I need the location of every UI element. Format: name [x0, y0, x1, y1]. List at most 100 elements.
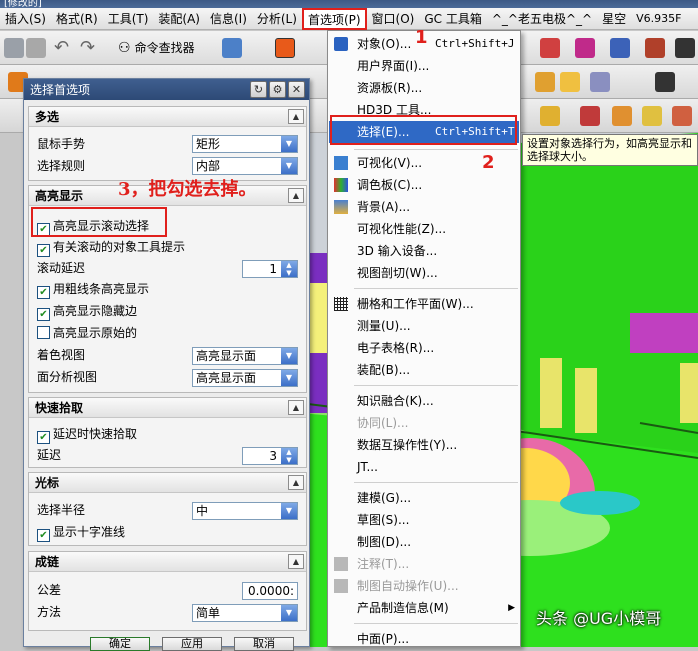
feature-b-icon[interactable] — [560, 72, 580, 92]
menu-item-user-interface[interactable]: 用户界面(I)... — [329, 55, 519, 77]
face-analysis-select[interactable]: 高亮显示面 ▼ — [192, 369, 298, 387]
ok-button[interactable]: 确定 — [90, 637, 150, 651]
menu-item-palette[interactable]: 调色板(C)... — [329, 174, 519, 196]
delay-spinner[interactable]: 3 ▲ ▼ — [242, 447, 298, 465]
menu-preferences[interactable]: 首选项(P) — [301, 7, 367, 30]
checkbox-icon[interactable] — [37, 326, 50, 339]
menu-item-viz-performance[interactable]: 可视化性能(Z)... — [329, 218, 519, 240]
menu-insert[interactable]: 插入(S) — [0, 8, 51, 30]
menu-item-modeling[interactable]: 建模(G)... — [329, 487, 519, 509]
menu-item-assemblies[interactable]: 装配(B)... — [329, 359, 519, 381]
rollover-delay-spinner[interactable]: 1 ▲ ▼ — [242, 260, 298, 278]
cancel-button[interactable]: 取消 — [234, 637, 294, 651]
feature-a-icon[interactable] — [535, 72, 555, 92]
select-rule-label: 选择规则 — [37, 159, 86, 173]
delay-quick-pick-checkbox[interactable]: 延迟时快速拾取 — [37, 424, 137, 444]
collapse-icon[interactable]: ▲ — [288, 188, 304, 203]
menu-item-grid[interactable]: 栅格和工作平面(W)... — [329, 293, 519, 315]
menu-item-spreadsheet[interactable]: 电子表格(R)... — [329, 337, 519, 359]
settings-icon[interactable]: ⚙ — [269, 81, 286, 98]
binoculars-icon: ⚇ — [118, 39, 131, 56]
menu-item-collaboration: 协同(L)... — [357, 416, 409, 430]
menu-info[interactable]: 信息(I) — [205, 8, 252, 30]
close-icon[interactable]: ✕ — [288, 81, 305, 98]
select-rule-select[interactable]: 内部 ▼ — [192, 157, 298, 175]
undo-icon[interactable]: ↶ — [54, 38, 74, 58]
paste-icon[interactable] — [26, 38, 46, 58]
menu-tools[interactable]: 工具(T) — [103, 8, 154, 30]
edit-a-icon[interactable] — [540, 106, 560, 126]
checkbox-icon[interactable] — [37, 244, 50, 257]
point-icon[interactable] — [610, 38, 630, 58]
checkbox-icon[interactable] — [37, 308, 50, 321]
collapse-icon[interactable]: ▲ — [288, 109, 304, 124]
edit-c-icon[interactable] — [612, 106, 632, 126]
show-crosshair-checkbox[interactable]: 显示十字准线 — [37, 522, 125, 542]
quick-pick-header[interactable]: 快速拾取 ▲ — [29, 398, 306, 418]
csys-icon[interactable] — [675, 38, 695, 58]
method-select[interactable]: 简单 ▼ — [192, 604, 298, 622]
spinner-arrows-icon[interactable]: ▲ ▼ — [281, 448, 297, 464]
reset-icon[interactable]: ↻ — [250, 81, 267, 98]
command-finder-button[interactable]: ⚇ 命令查找器 — [118, 39, 195, 56]
menu-item-3d-input[interactable]: 3D 输入设备... — [329, 240, 519, 262]
menu-xingkong[interactable]: 星空 — [597, 8, 631, 30]
menu-item-drafting[interactable]: 制图(D)... — [329, 531, 519, 553]
shaded-view-select[interactable]: 高亮显示面 ▼ — [192, 347, 298, 365]
menu-item-view-section[interactable]: 视图剖切(W)... — [329, 262, 519, 284]
feature-d-icon[interactable] — [655, 72, 675, 92]
hidden-edges-checkbox[interactable]: 高亮显示隐藏边 — [37, 301, 137, 321]
menu-format[interactable]: 格式(R) — [51, 8, 103, 30]
chaining-header[interactable]: 成链 ▲ — [29, 552, 306, 572]
quick-pick-section: 快速拾取 ▲ 延迟时快速拾取 延迟 3 ▲▼ — [28, 397, 307, 468]
menu-item-pmi[interactable]: 产品制造信息(M) ▶ — [329, 597, 519, 619]
menu-item-interop[interactable]: 数据互操作性(Y)... — [329, 434, 519, 456]
edit-e-icon[interactable] — [672, 106, 692, 126]
highlight-original-checkbox[interactable]: 高亮显示原始的 — [37, 323, 137, 343]
menu-separator — [354, 288, 518, 289]
checkbox-icon[interactable] — [37, 286, 50, 299]
annotation-box-checkbox — [31, 207, 167, 237]
menu-assembly[interactable]: 装配(A) — [153, 8, 205, 30]
menu-electrode[interactable]: ^_^老五电极^_^ — [487, 8, 597, 30]
rollover-tooltip-checkbox[interactable]: 有关滚动的对象工具提示 — [37, 237, 185, 257]
multi-select-header[interactable]: 多选 ▲ — [29, 107, 306, 127]
spinner-arrows-icon[interactable]: ▲ ▼ — [281, 261, 297, 277]
collapse-icon[interactable]: ▲ — [288, 400, 304, 415]
menu-item-knowledge-fusion[interactable]: 知识融合(K)... — [329, 390, 519, 412]
chaining-section: 成链 ▲ 公差 0.0000: 方法 简单 ▼ — [28, 551, 307, 631]
mouse-gesture-select[interactable]: 矩形 ▼ — [192, 135, 298, 153]
menu-separator — [354, 482, 518, 483]
menu-item-jt[interactable]: JT... — [329, 456, 519, 478]
checkbox-icon[interactable] — [37, 529, 50, 542]
axis-icon[interactable] — [645, 38, 665, 58]
menu-item-measure[interactable]: 测量(U)... — [329, 315, 519, 337]
mouse-gesture-label: 鼠标手势 — [37, 137, 86, 151]
menu-item-background[interactable]: 背景(A)... — [329, 196, 519, 218]
menu-gc-toolbox[interactable]: GC 工具箱 — [419, 8, 487, 30]
thick-lines-checkbox[interactable]: 用粗线条高亮显示 — [37, 279, 149, 299]
redo-icon[interactable]: ↷ — [80, 38, 100, 58]
select-radius-select[interactable]: 中 ▼ — [192, 502, 298, 520]
apply-button[interactable]: 应用 — [162, 637, 222, 651]
rollover-delay-label: 滚动延迟 — [37, 261, 86, 275]
menu-item-sketch[interactable]: 草图(S)... — [329, 509, 519, 531]
datum-icon[interactable] — [575, 38, 595, 58]
snap-icon[interactable] — [222, 38, 242, 58]
orient-icon[interactable] — [275, 38, 295, 58]
edit-d-icon[interactable] — [642, 106, 662, 126]
visualization-icon — [334, 156, 348, 170]
edit-b-icon[interactable] — [580, 106, 600, 126]
collapse-icon[interactable]: ▲ — [288, 554, 304, 569]
collapse-icon[interactable]: ▲ — [288, 475, 304, 490]
menu-window[interactable]: 窗口(O) — [367, 8, 420, 30]
cut-icon[interactable] — [4, 38, 24, 58]
menu-item-resource-bar[interactable]: 资源板(R)... — [329, 77, 519, 99]
menu-analysis[interactable]: 分析(L) — [252, 8, 302, 30]
feature-c-icon[interactable] — [590, 72, 610, 92]
checkbox-icon[interactable] — [37, 431, 50, 444]
cursor-header[interactable]: 光标 ▲ — [29, 473, 306, 493]
dialog-title-bar[interactable]: 选择首选项 ↻ ⚙ ✕ — [24, 79, 309, 100]
tolerance-input[interactable]: 0.0000: — [242, 582, 298, 600]
sketch-icon[interactable] — [540, 38, 560, 58]
